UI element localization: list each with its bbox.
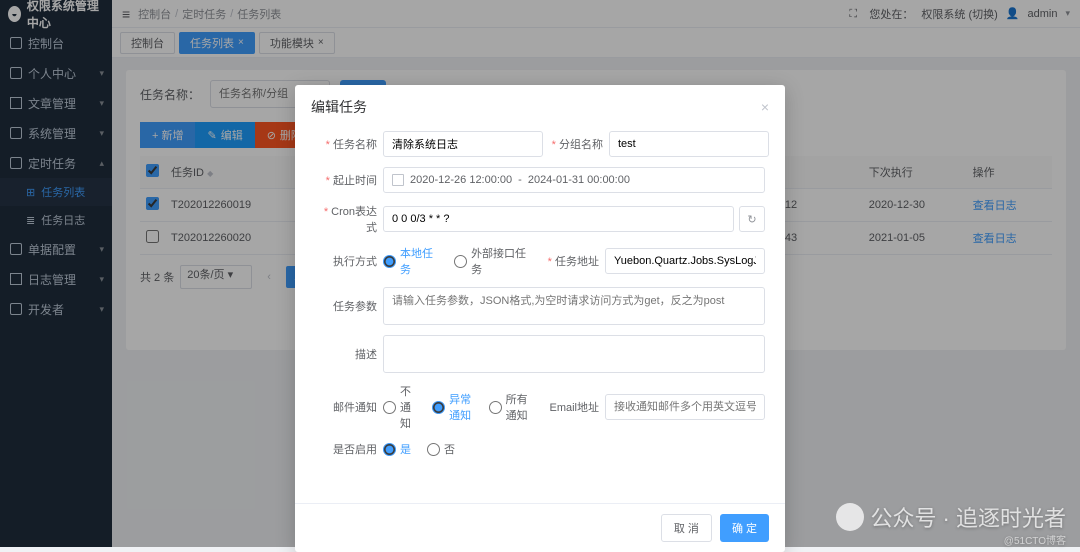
modal-header: 编辑任务 × bbox=[295, 85, 785, 129]
cancel-button[interactable]: 取 消 bbox=[661, 514, 712, 542]
edit-job-modal: 编辑任务 × 任务名称 分组名称 起止时间 2020-12-26 12:00:0… bbox=[295, 85, 785, 552]
exec-local-radio[interactable]: 本地任务 bbox=[383, 245, 438, 277]
label-email: Email地址 bbox=[545, 399, 599, 415]
start-date: 2020-12-26 12:00:00 bbox=[410, 174, 512, 186]
label-cron: Cron表达式 bbox=[324, 206, 377, 234]
email-input[interactable] bbox=[605, 394, 765, 420]
desc-input[interactable] bbox=[383, 335, 765, 373]
modal-footer: 取 消 确 定 bbox=[295, 503, 785, 552]
task-name-input[interactable] bbox=[383, 131, 543, 157]
enabled-no-radio[interactable]: 否 bbox=[427, 441, 455, 457]
label-mail: 邮件通知 bbox=[315, 399, 377, 415]
end-date: 2024-01-31 00:00:00 bbox=[528, 174, 630, 186]
watermark: 公众号 · 追逐时光者 @51CTO博客 bbox=[836, 501, 1066, 533]
task-params-input[interactable] bbox=[383, 287, 765, 325]
enabled-yes-radio[interactable]: 是 bbox=[383, 441, 411, 457]
label-exec-mode: 执行方式 bbox=[315, 253, 377, 269]
label-enabled: 是否启用 bbox=[315, 441, 377, 457]
label-task-params: 任务参数 bbox=[315, 298, 377, 314]
modal-title: 编辑任务 bbox=[311, 97, 367, 117]
ok-button[interactable]: 确 定 bbox=[720, 514, 769, 542]
cron-input[interactable] bbox=[383, 206, 734, 232]
exec-remote-radio[interactable]: 外部接口任务 bbox=[454, 245, 529, 277]
date-range-picker[interactable]: 2020-12-26 12:00:00 - 2024-01-31 00:00:0… bbox=[383, 167, 765, 193]
wechat-icon bbox=[836, 503, 864, 531]
mail-all-radio[interactable]: 所有通知 bbox=[489, 391, 529, 423]
group-name-input[interactable] bbox=[609, 131, 769, 157]
label-task-name: 任务名称 bbox=[326, 139, 377, 151]
mail-error-radio[interactable]: 异常通知 bbox=[432, 391, 472, 423]
modal-body: 任务名称 分组名称 起止时间 2020-12-26 12:00:00 - 202… bbox=[295, 129, 785, 477]
calendar-icon bbox=[392, 174, 404, 186]
label-desc: 描述 bbox=[315, 346, 377, 362]
task-url-input[interactable] bbox=[605, 248, 765, 274]
close-icon[interactable]: × bbox=[761, 99, 769, 115]
label-time-range: 起止时间 bbox=[326, 175, 377, 187]
watermark-text: 公众号 · 追逐时光者 bbox=[870, 501, 1066, 533]
mail-none-radio[interactable]: 不通知 bbox=[383, 383, 416, 431]
cron-helper-button[interactable]: ↻ bbox=[739, 206, 765, 232]
label-group-name: 分组名称 bbox=[552, 139, 603, 151]
label-task-url: 任务地址 bbox=[548, 256, 599, 268]
watermark-sub: @51CTO博客 bbox=[1004, 532, 1066, 547]
sep: - bbox=[518, 174, 522, 186]
